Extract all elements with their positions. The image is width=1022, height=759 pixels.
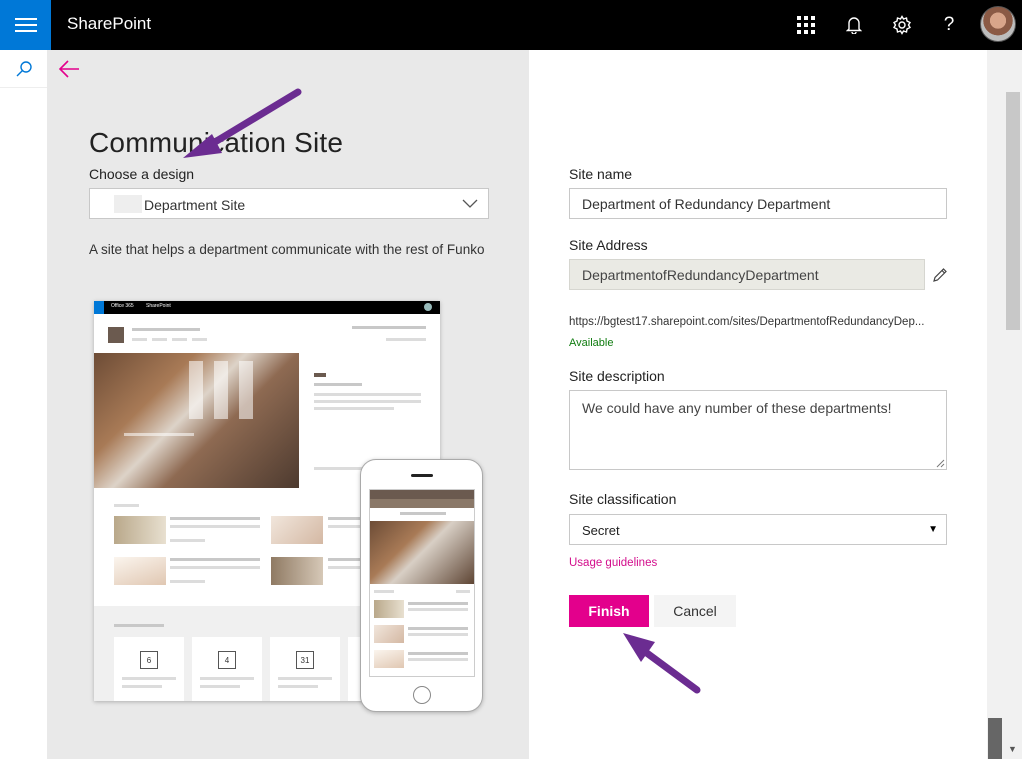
left-rail — [0, 50, 47, 759]
scroll-down-arrow-icon[interactable]: ▼ — [1008, 744, 1017, 754]
preview-line — [114, 624, 164, 627]
preview-site-logo — [108, 327, 124, 343]
preview-line — [170, 517, 260, 520]
gear-icon — [893, 15, 911, 35]
phone-screen — [369, 489, 475, 677]
preview-nav-line — [132, 338, 147, 341]
preview-sharepoint-label: SharePoint — [146, 303, 171, 309]
help-icon: ? — [943, 14, 955, 35]
site-address-input: DepartmentofRedundancyDepartment — [569, 259, 925, 290]
preview-line — [170, 580, 205, 583]
notifications-button[interactable] — [841, 12, 867, 38]
site-classification-label: Site classification — [569, 491, 677, 507]
site-description-value: We could have any number of these depart… — [582, 400, 892, 416]
waffle-menu-button[interactable] — [0, 0, 51, 50]
preview-nav-line — [152, 338, 167, 341]
phone-home-button — [413, 686, 431, 704]
preview-search-line — [352, 326, 426, 329]
mobile-preview-image — [360, 459, 483, 712]
availability-status: Available — [569, 337, 614, 349]
search-icon — [16, 60, 32, 76]
preview-line — [170, 566, 260, 569]
dropdown-triangle-icon: ▼ — [928, 524, 938, 535]
page-title: Communication Site — [89, 127, 344, 158]
preview-waffle — [94, 301, 104, 314]
finish-button[interactable]: Finish — [569, 595, 649, 627]
preview-news-thumb — [114, 557, 166, 585]
cancel-button[interactable]: Cancel — [654, 595, 736, 627]
site-classification-value: Secret — [582, 523, 620, 538]
preview-event-card: 4 — [192, 637, 262, 701]
preview-line — [314, 407, 394, 410]
preview-office-label: Office 365 — [111, 303, 134, 309]
site-classification-select[interactable]: Secret ▼ — [569, 514, 947, 545]
site-description-textarea[interactable]: We could have any number of these depart… — [569, 390, 947, 470]
preview-nav-line — [192, 338, 207, 341]
phone-hero-image — [370, 521, 474, 584]
preview-nav-line — [386, 338, 426, 341]
preview-event-date: 4 — [218, 651, 236, 669]
preview-nav-line — [172, 338, 187, 341]
bell-icon — [846, 17, 862, 34]
site-name-input[interactable]: Department of Redundancy Department — [569, 188, 947, 219]
hamburger-icon — [14, 18, 37, 32]
help-button[interactable]: ? — [936, 12, 962, 38]
preview-event-card: 6 — [114, 637, 184, 701]
preview-event-card: 31 — [270, 637, 340, 701]
preview-event-date: 6 — [140, 651, 158, 669]
preview-line — [314, 400, 421, 403]
edit-pencil-icon[interactable] — [932, 267, 948, 283]
preview-tag — [314, 373, 326, 377]
preview-line — [170, 558, 260, 561]
app-launcher-button[interactable] — [793, 12, 819, 38]
site-url: https://bgtest17.sharepoint.com/sites/De… — [569, 316, 925, 328]
choose-design-label: Choose a design — [89, 166, 195, 182]
resize-handle-icon[interactable] — [936, 459, 945, 468]
back-arrow-icon — [58, 60, 79, 78]
app-name[interactable]: SharePoint — [67, 14, 151, 34]
preview-event-date: 31 — [296, 651, 314, 669]
preview-avatar — [424, 303, 432, 311]
preview-news-thumb — [271, 516, 323, 544]
suite-bar: SharePoint ? — [0, 0, 1022, 50]
search-button[interactable] — [0, 50, 47, 88]
page-scrollbar-thumb[interactable] — [988, 718, 1002, 759]
preview-title-line — [132, 328, 200, 331]
preview-line — [170, 525, 260, 528]
scrollbar-thumb[interactable] — [1006, 92, 1020, 330]
preview-news-thumb — [271, 557, 323, 585]
avatar[interactable] — [980, 6, 1016, 42]
back-button[interactable] — [56, 57, 82, 81]
preview-suite-bar: Office 365 SharePoint — [94, 301, 440, 314]
phone-speaker — [411, 474, 433, 477]
preview-line — [314, 393, 421, 396]
design-dropdown-value: Department Site — [144, 197, 246, 213]
design-dropdown[interactable]: Department Site — [89, 188, 489, 219]
preview-news-thumb — [114, 516, 166, 544]
site-address-label: Site Address — [569, 237, 648, 253]
site-name-label: Site name — [569, 166, 633, 182]
site-description-label: Site description — [569, 368, 665, 384]
settings-button[interactable] — [889, 12, 915, 38]
chevron-down-icon — [462, 199, 478, 208]
preview-line — [114, 504, 139, 507]
design-thumbnail — [114, 195, 142, 213]
usage-guidelines-link[interactable]: Usage guidelines — [569, 557, 657, 569]
design-description: A site that helps a department communica… — [89, 242, 485, 257]
preview-line — [314, 383, 362, 386]
preview-line — [170, 539, 205, 542]
app-launcher-icon — [797, 16, 815, 34]
preview-line — [314, 467, 362, 470]
preview-hero-image — [94, 353, 299, 488]
